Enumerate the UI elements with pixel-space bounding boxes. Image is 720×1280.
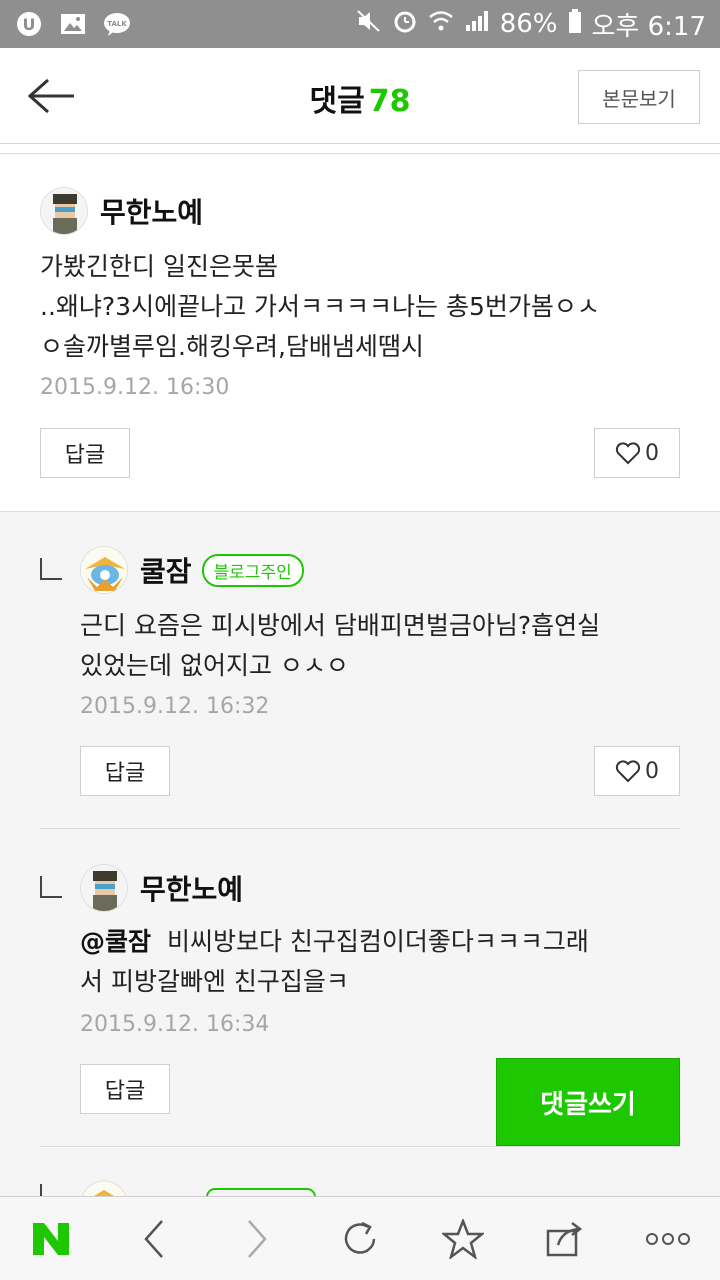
prev-icon xyxy=(144,1219,164,1258)
more-button[interactable] xyxy=(638,1209,698,1269)
heart-icon xyxy=(615,760,641,783)
comment-line: ..왜냐?3시에끝나고 가서ㅋㅋㅋㅋ나는 총5번가봄ㅇㅅ xyxy=(40,292,600,321)
bottom-navigation xyxy=(0,1196,720,1280)
like-button[interactable]: 0 xyxy=(594,746,680,796)
mute-icon xyxy=(356,8,382,41)
avatar[interactable] xyxy=(80,546,128,594)
status-system-icons: 86% 오후 6:17 xyxy=(356,6,706,43)
talk-icon: TALK xyxy=(102,11,132,37)
author-name[interactable]: 쿨잠 xyxy=(140,550,192,590)
status-bar: U TALK 86% 오후 6:17 xyxy=(0,0,720,48)
wifi-icon xyxy=(428,9,454,40)
view-post-button[interactable]: 본문보기 xyxy=(578,70,700,124)
reply-divider xyxy=(40,1146,680,1147)
naver-logo-icon xyxy=(33,1222,70,1255)
alarm-icon xyxy=(392,8,418,41)
avatar[interactable] xyxy=(80,864,128,912)
share-button[interactable] xyxy=(536,1209,596,1269)
reply-indicator-icon xyxy=(40,558,62,580)
heart-icon xyxy=(615,442,641,465)
comment-author-row: 무한노예 xyxy=(40,187,203,235)
reply-indicator-icon xyxy=(40,876,62,898)
refresh-button[interactable] xyxy=(330,1209,390,1269)
reply-date: 2015.9.12. 16:32 xyxy=(80,694,270,719)
reply-author-row: 무한노예 xyxy=(80,864,243,912)
signal-icon xyxy=(464,9,490,40)
clock: 오후 6:17 xyxy=(591,11,707,42)
battery-icon xyxy=(568,8,582,41)
naver-home-button[interactable] xyxy=(21,1209,81,1269)
author-name[interactable]: 무한노예 xyxy=(100,191,203,231)
status-notification-icons: U TALK xyxy=(14,11,132,37)
back-nav-button[interactable] xyxy=(124,1209,184,1269)
share-icon xyxy=(546,1221,582,1256)
next-icon xyxy=(248,1219,267,1258)
avatar[interactable] xyxy=(40,187,88,235)
comments-header: 댓글 78 본문보기 xyxy=(0,48,720,144)
mention-link[interactable]: @쿨잠 xyxy=(80,927,151,956)
reply-divider xyxy=(40,828,680,829)
bookmark-button[interactable] xyxy=(433,1209,493,1269)
reply-date: 2015.9.12. 16:34 xyxy=(80,1012,270,1037)
reply-button[interactable]: 답글 xyxy=(80,746,170,796)
blog-owner-badge: 블로그주인 xyxy=(201,553,304,587)
like-count: 0 xyxy=(645,440,659,466)
reply-line: 있었는데 없어지고 ㅇㅅㅇ xyxy=(80,651,349,680)
comment-date: 2015.9.12. 16:30 xyxy=(40,375,230,400)
comment-count: 78 xyxy=(368,84,411,119)
reply-body: 근디 요즘은 피시방에서 담배피면벌금아님?흡연실 있었는데 없어지고 ㅇㅅㅇ xyxy=(80,606,600,686)
write-comment-button[interactable]: 댓글쓰기 xyxy=(496,1058,680,1146)
like-count: 0 xyxy=(645,758,659,784)
forward-nav-button[interactable] xyxy=(227,1209,287,1269)
like-button[interactable]: 0 xyxy=(594,428,680,478)
reply-line: 비씨방보다 친구집컴이더좋다ㅋㅋㅋ그래 xyxy=(166,927,589,956)
reply-line-1: @쿨잠 비씨방보다 친구집컴이더좋다ㅋㅋㅋ그래 xyxy=(80,922,589,962)
comment-item: 무한노예 가봤긴한디 일진은못봄 ..왜냐?3시에끝나고 가서ㅋㅋㅋㅋ나는 총5… xyxy=(0,155,720,512)
header-divider xyxy=(0,145,720,154)
comment-body: 가봤긴한디 일진은못봄 ..왜냐?3시에끝나고 가서ㅋㅋㅋㅋ나는 총5번가봄ㅇㅅ… xyxy=(40,247,600,367)
more-icon xyxy=(646,1232,691,1245)
star-icon xyxy=(441,1218,484,1259)
reply-body: @쿨잠 비씨방보다 친구집컴이더좋다ㅋㅋㅋ그래 서 피방갈빠엔 친구집을ㅋ xyxy=(80,922,589,1002)
refresh-icon xyxy=(344,1221,376,1254)
reply-line: 근디 요즘은 피시방에서 담배피면벌금아님?흡연실 xyxy=(80,611,601,640)
svg-text:U: U xyxy=(23,15,36,34)
reply-button[interactable]: 답글 xyxy=(40,428,130,478)
title-label: 댓글 xyxy=(309,84,365,119)
avatar[interactable] xyxy=(80,1180,128,1197)
comment-line: 가봤긴한디 일진은못봄 xyxy=(40,252,278,281)
reply-button[interactable]: 답글 xyxy=(80,1064,170,1114)
reply-line: 서 피방갈빠엔 친구집을ㅋ xyxy=(80,967,349,996)
comment-line: ㅇ솔까별루임.해킹우려,담배냄세땜시 xyxy=(40,332,424,361)
author-name[interactable]: 무한노예 xyxy=(140,868,243,908)
gallery-icon xyxy=(58,11,88,37)
battery-percent: 86% xyxy=(499,9,558,39)
u-app-icon: U xyxy=(14,11,44,37)
talk-icon-label: TALK xyxy=(107,20,127,28)
reply-author-row: 쿨잠 블로그주인 xyxy=(80,546,304,594)
